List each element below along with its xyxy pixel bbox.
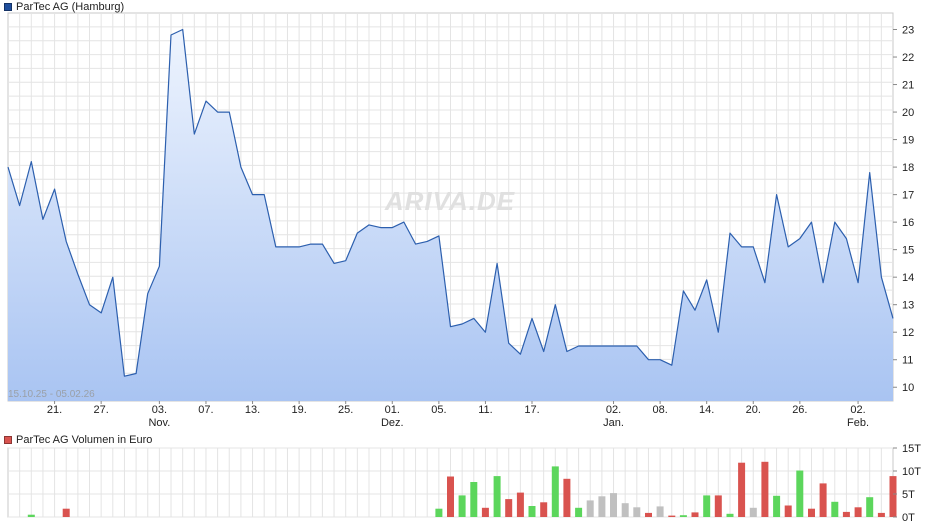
price-y-tick-label: 11: [902, 355, 913, 367]
volume-bar: [598, 496, 606, 517]
price-x-tick-month: Feb.: [847, 417, 869, 429]
volume-bar: [633, 507, 641, 517]
price-x-tick-label: 11.: [478, 404, 492, 416]
volume-bar: [470, 482, 478, 517]
volume-y-tick-label: 0T: [902, 512, 915, 524]
volume-y-tick-label: 15T: [902, 443, 921, 455]
price-x-axis: 21. 27. 03.Nov. 07. 13. 19. 25. 01.Dez. 05. 11. 17…: [47, 401, 869, 429]
volume-bar: [726, 513, 734, 517]
price-x-tick-label: 26.: [792, 404, 807, 416]
volume-bar: [703, 495, 711, 517]
volume-bar: [761, 461, 769, 517]
price-y-tick-label: 15: [902, 245, 914, 257]
price-x-tick-label: 17.: [524, 404, 539, 416]
volume-bar: [575, 507, 583, 517]
volume-bar: [516, 492, 524, 517]
price-x-tick-label: 02.: [850, 404, 865, 416]
volume-bar: [447, 476, 454, 517]
volume-bar: [796, 470, 804, 517]
volume-bar: [679, 515, 687, 517]
volume-y-tick-label: 10T: [902, 466, 921, 478]
volume-bar: [481, 507, 489, 517]
price-y-tick-label: 16: [902, 217, 914, 229]
price-x-tick-label: 05.: [431, 404, 446, 416]
price-y-axis: 10 11 12 13 14 15 16 17 18 19 20 21 22 23: [893, 25, 914, 394]
price-x-tick-label: 02.: [606, 404, 621, 416]
volume-bar: [563, 478, 571, 517]
price-x-tick-label: 14.: [699, 404, 714, 416]
price-y-tick-label: 19: [902, 135, 914, 147]
volume-bar: [738, 462, 746, 517]
volume-bar: [528, 506, 536, 517]
volume-bar: [621, 503, 629, 517]
price-y-tick-label: 20: [902, 107, 914, 119]
price-x-tick-label: 19.: [291, 404, 306, 416]
volume-bar: [808, 508, 815, 517]
price-x-tick-label: 25.: [338, 404, 353, 416]
volume-bar: [842, 511, 850, 517]
price-x-tick-label: 27.: [94, 404, 109, 416]
volume-bar: [505, 499, 513, 517]
volume-bar: [831, 501, 839, 517]
price-x-tick-label: 13.: [245, 404, 260, 416]
price-y-tick-label: 17: [902, 190, 914, 202]
price-y-tick-label: 22: [902, 52, 914, 64]
price-x-tick-label: 07.: [198, 404, 213, 416]
volume-bar: [866, 497, 874, 517]
price-y-tick-label: 18: [902, 162, 914, 174]
volume-bar: [586, 500, 594, 517]
price-y-tick-label: 10: [902, 382, 914, 394]
date-range-label: 15.10.25 - 05.02.26: [8, 389, 95, 400]
volume-bar: [691, 512, 699, 517]
price-x-tick-label: 01.: [385, 404, 400, 416]
price-y-tick-label: 14: [902, 272, 914, 284]
price-x-tick-label: 03.: [152, 404, 167, 416]
volume-bar: [435, 508, 443, 517]
volume-bar: [656, 506, 664, 517]
volume-bar: [784, 505, 792, 517]
price-y-tick-label: 12: [902, 327, 914, 339]
volume-bar: [27, 514, 35, 517]
stock-chart: ARIVA.DE 15.10.25 - 05.02.26 10111213141…: [7, 12, 921, 524]
volume-bar: [62, 508, 70, 517]
volume-bar: [819, 483, 827, 517]
volume-bar: [493, 476, 501, 517]
volume-bar: [854, 507, 862, 517]
volume-bar: [668, 515, 676, 517]
price-y-tick-label: 21: [902, 80, 914, 92]
price-x-tick-month: Nov.: [148, 417, 170, 429]
price-x-tick-label: 20.: [746, 404, 761, 416]
volume-bar: [714, 495, 722, 517]
volume-bar: [773, 495, 781, 517]
volume-bar: [889, 476, 897, 517]
volume-bar: [540, 502, 548, 517]
volume-bar: [877, 512, 885, 517]
volume-y-tick-label: 5T: [902, 489, 915, 501]
volume-bar: [610, 493, 617, 517]
price-x-tick-label: 21.: [47, 404, 62, 416]
volume-y-axis: 0T 5T 10T 15T: [893, 443, 921, 524]
price-x-tick-label: 08.: [652, 404, 667, 416]
watermark: ARIVA.DE: [384, 186, 515, 216]
price-x-tick-month: Dez.: [381, 417, 404, 429]
price-y-tick-label: 23: [902, 25, 914, 37]
volume-bar: [458, 495, 466, 517]
price-x-tick-month: Jan.: [603, 417, 624, 429]
price-y-tick-label: 13: [902, 300, 914, 312]
volume-bar: [749, 507, 757, 517]
volume-bar: [551, 466, 559, 517]
volume-bar: [645, 512, 652, 517]
